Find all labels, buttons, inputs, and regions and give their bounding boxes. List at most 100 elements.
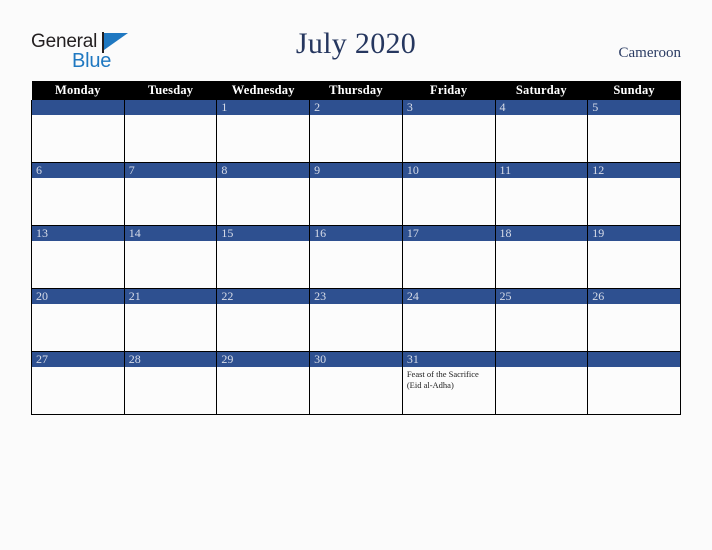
calendar-day-cell[interactable]: 3 [401,100,496,163]
day-number: 30 [310,352,402,367]
calendar-day-cell[interactable]: 23 [309,288,403,352]
day-events [588,241,680,243]
calendar-day-cell[interactable]: 31 Feast of the Sacrifice (Eid al-Adha) [401,351,496,415]
calendar-day-cell[interactable]: 30 [309,351,403,415]
day-events [588,367,680,369]
day-number: 11 [495,163,588,178]
day-events [403,241,495,243]
day-number: 15 [217,226,310,241]
day-number: 6 [32,163,124,178]
day-number: 14 [124,226,217,241]
day-number: 12 [588,163,680,178]
weekday-header-sunday: Sunday [587,81,681,100]
day-events [496,367,588,369]
calendar-day-cell[interactable]: 21 [123,288,218,352]
day-events [310,178,402,180]
calendar-grid: Monday Tuesday Wednesday Thursday Friday… [31,81,681,415]
calendar-day-cell[interactable] [31,100,125,163]
day-events [588,178,680,180]
calendar-day-cell[interactable]: 25 [494,288,589,352]
calendar-day-cell[interactable]: 26 [587,288,681,352]
country-label: Cameroon [618,45,681,61]
calendar-day-cell[interactable]: 1 [216,100,311,163]
calendar-day-cell[interactable]: 16 [309,225,403,289]
day-number: 18 [495,226,588,241]
weekday-header-monday: Monday [31,81,125,100]
day-events [32,304,124,306]
calendar-day-cell[interactable]: 14 [123,225,218,289]
day-events [217,178,309,180]
day-number: 21 [124,289,217,304]
calendar-day-cell[interactable]: 2 [309,100,403,163]
calendar-day-cell[interactable] [494,351,589,415]
calendar-day-cell[interactable]: 20 [31,288,125,352]
day-events [310,241,402,243]
day-number: 16 [310,226,402,241]
day-events [496,115,588,117]
calendar-day-cell[interactable]: 18 [494,225,589,289]
day-events [125,367,217,369]
day-events [496,178,588,180]
calendar-body: 1 2 3 4 5 6 7 8 9 10 11 12 13 14 15 16 17 18 19 20 21 22 23 24 2… [31,100,681,415]
day-events [125,304,217,306]
day-number: 19 [588,226,680,241]
calendar-day-cell[interactable]: 28 [123,351,218,415]
day-number: 29 [217,352,310,367]
day-number: 20 [32,289,124,304]
calendar-week-row: 6 7 8 9 10 11 12 [31,162,681,226]
day-events [217,115,309,117]
weekday-header-friday: Friday [402,81,496,100]
calendar-day-cell[interactable] [123,100,218,163]
calendar-day-cell[interactable]: 24 [401,288,496,352]
day-events: Feast of the Sacrifice (Eid al-Adha) [403,367,495,390]
day-events [310,115,402,117]
day-events [403,178,495,180]
day-number: 5 [588,100,680,115]
calendar-day-cell[interactable] [587,351,681,415]
calendar-week-row: 12345 [31,100,681,163]
calendar-day-cell[interactable]: 9 [309,162,403,226]
calendar-day-cell[interactable]: 12 [587,162,681,226]
weekday-header-wednesday: Wednesday [216,81,310,100]
calendar-day-cell[interactable]: 27 [31,351,125,415]
calendar-day-cell[interactable]: 29 [216,351,311,415]
calendar-week-row: 13 14 15 16 17 18 19 [31,225,681,289]
calendar-header-row: Monday Tuesday Wednesday Thursday Friday… [31,81,681,100]
day-events [32,367,124,369]
day-number: 31 [402,352,495,367]
calendar-day-cell[interactable]: 15 [216,225,311,289]
day-events [217,304,309,306]
calendar-day-cell[interactable]: 10 [401,162,496,226]
calendar-day-cell[interactable]: 19 [587,225,681,289]
day-number [32,100,124,115]
day-events [32,115,124,117]
calendar-day-cell[interactable]: 5 [587,100,681,163]
day-events [125,115,217,117]
day-events [125,241,217,243]
calendar-day-cell[interactable]: 8 [216,162,311,226]
calendar-page: General Blue July 2020 Cameroon Monday T… [0,0,712,550]
day-number: 17 [402,226,495,241]
calendar-day-cell[interactable]: 11 [494,162,589,226]
day-events [588,115,680,117]
day-number: 23 [310,289,402,304]
weekday-header-tuesday: Tuesday [124,81,217,100]
day-number: 3 [402,100,495,115]
calendar-day-cell[interactable]: 17 [401,225,496,289]
day-number [495,352,588,367]
day-number: 13 [32,226,124,241]
day-number: 2 [310,100,402,115]
weekday-header-thursday: Thursday [309,81,403,100]
day-number: 7 [124,163,217,178]
calendar-day-cell[interactable]: 6 [31,162,125,226]
day-events [496,304,588,306]
day-number: 27 [32,352,124,367]
calendar-day-cell[interactable]: 7 [123,162,218,226]
calendar-day-cell[interactable]: 4 [494,100,589,163]
day-number: 26 [588,289,680,304]
day-number: 24 [402,289,495,304]
calendar-day-cell[interactable]: 13 [31,225,125,289]
day-events [32,178,124,180]
calendar-day-cell[interactable]: 22 [216,288,311,352]
page-header: General Blue July 2020 Cameroon [0,0,712,80]
